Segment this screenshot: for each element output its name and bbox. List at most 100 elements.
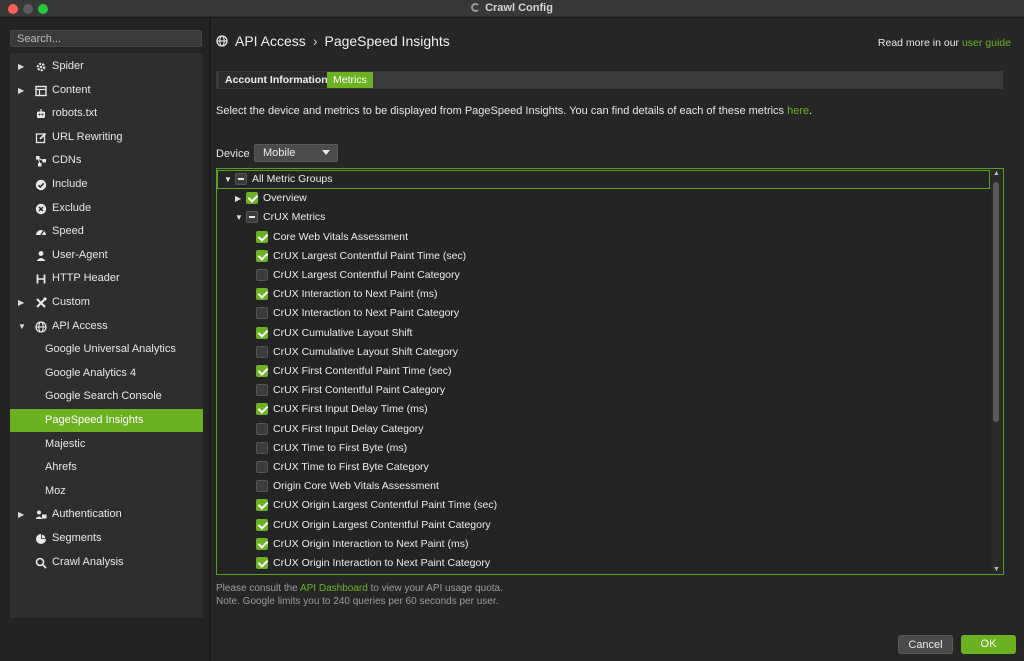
metric-checkbox[interactable] (256, 537, 268, 550)
sidebar-item-include[interactable]: Include (10, 173, 203, 196)
sidebar-item-api-access[interactable]: ▼ API Access (10, 315, 203, 338)
sidebar-item-pagespeed-insights[interactable]: PageSpeed Insights (10, 409, 203, 432)
collapsed-arrow-icon[interactable]: ▶ (18, 291, 26, 314)
metric-row[interactable]: CrUX Origin Interaction to Next Paint (m… (217, 535, 990, 554)
metric-checkbox[interactable] (235, 173, 247, 185)
metric-checkbox[interactable] (256, 288, 268, 301)
metric-row[interactable]: ▼ All Metric Groups (217, 170, 990, 189)
sidebar-item-custom[interactable]: ▶ Custom (10, 291, 203, 314)
ok-button[interactable]: OK (961, 635, 1016, 654)
metric-checkbox[interactable] (246, 192, 258, 205)
scroll-up-icon[interactable]: ▲ (992, 170, 1001, 177)
metric-row[interactable]: CrUX Interaction to Next Paint Category (217, 304, 990, 323)
metric-checkbox[interactable] (256, 230, 268, 243)
metric-label: All Metric Groups (252, 173, 333, 185)
metric-row[interactable]: CrUX Cumulative Layout Shift (217, 324, 990, 343)
expanded-arrow-icon[interactable]: ▼ (224, 170, 232, 189)
sidebar-item-label: PageSpeed Insights (45, 414, 144, 426)
device-dropdown[interactable]: Mobile (254, 144, 338, 162)
metric-row[interactable]: CrUX Origin Interaction to Next Paint Ca… (217, 554, 990, 573)
sidebar-item-moz[interactable]: Moz (10, 480, 203, 503)
metrics-details-link[interactable]: here (787, 105, 809, 117)
metric-row[interactable]: CrUX Time to First Byte Category (217, 458, 990, 477)
metric-checkbox[interactable] (256, 384, 268, 397)
metric-checkbox[interactable] (256, 518, 268, 531)
user-guide-link[interactable]: user guide (962, 37, 1011, 49)
collapsed-arrow-icon[interactable]: ▶ (235, 189, 241, 208)
expanded-arrow-icon[interactable]: ▼ (18, 315, 26, 338)
collapsed-arrow-icon[interactable]: ▶ (18, 55, 26, 78)
sidebar-item-content[interactable]: ▶ Content (10, 79, 203, 102)
sidebar-item-google-analytics-4[interactable]: Google Analytics 4 (10, 362, 203, 385)
sidebar-item-crawl-analysis[interactable]: Crawl Analysis (10, 551, 203, 574)
sidebar: Search... ▶ Spider ▶ Content robots.txt URL R… (0, 18, 210, 661)
metric-checkbox[interactable] (256, 403, 268, 416)
sidebar-item-majestic[interactable]: Majestic (10, 433, 203, 456)
sidebar-item-ahrefs[interactable]: Ahrefs (10, 456, 203, 479)
metric-checkbox[interactable] (256, 269, 268, 281)
metric-row[interactable]: Origin Core Web Vitals Assessment (217, 477, 990, 496)
sidebar-item-exclude[interactable]: Exclude (10, 197, 203, 220)
metric-checkbox[interactable] (246, 211, 258, 224)
metric-checkbox[interactable] (256, 499, 268, 512)
sidebar-item-cdns[interactable]: CDNs (10, 149, 203, 172)
sidebar-item-label: Crawl Analysis (52, 555, 124, 568)
scrollbar-thumb[interactable] (993, 182, 999, 422)
metric-row[interactable]: CrUX Origin Largest Contentful Paint Tim… (217, 496, 990, 515)
metric-checkbox[interactable] (256, 441, 268, 454)
metric-row[interactable]: CrUX Origin Largest Contentful Paint Cat… (217, 516, 990, 535)
metric-row[interactable]: CrUX Interaction to Next Paint (ms) (217, 285, 990, 304)
tab-account-information[interactable]: Account Information (219, 72, 334, 88)
metric-checkbox[interactable] (256, 345, 268, 358)
sidebar-item-speed[interactable]: Speed (10, 220, 203, 243)
metric-checkbox[interactable] (256, 461, 268, 473)
collapsed-arrow-icon[interactable]: ▶ (18, 79, 26, 102)
expanded-arrow-icon[interactable]: ▼ (235, 208, 243, 227)
metric-checkbox[interactable] (256, 365, 268, 377)
vertical-scrollbar[interactable]: ▲ ▼ (991, 170, 1002, 573)
network-icon (36, 156, 46, 167)
metric-checkbox[interactable] (256, 480, 268, 493)
metric-row[interactable]: CrUX Cumulative Layout Shift Category (217, 343, 990, 362)
sidebar-item-google-universal-analytics[interactable]: Google Universal Analytics (10, 338, 203, 361)
sidebar-item-authentication[interactable]: ▶ Authentication (10, 503, 203, 526)
metric-checkbox[interactable] (256, 557, 268, 569)
metric-row[interactable]: Core Web Vitals Assessment (217, 228, 990, 247)
cancel-button[interactable]: Cancel (898, 635, 953, 654)
metric-row[interactable]: ▼ CrUX Metrics (217, 208, 990, 227)
metric-row[interactable]: CrUX Largest Contentful Paint Time (sec) (217, 247, 990, 266)
metric-row[interactable]: CrUX Largest Contentful Paint Category (217, 266, 990, 285)
api-dashboard-link[interactable]: API Dashboard (300, 583, 368, 594)
metric-row[interactable]: CrUX Time to First Byte (ms) (217, 439, 990, 458)
metric-checkbox[interactable] (256, 422, 268, 435)
sidebar-item-spider[interactable]: ▶ Spider (10, 55, 203, 78)
sidebar-item-user-agent[interactable]: User-Agent (10, 244, 203, 267)
metric-row[interactable]: ▶ Overview (217, 189, 990, 208)
sidebar-tree: ▶ Spider ▶ Content robots.txt URL Rewriting CD… (10, 53, 203, 618)
metric-row[interactable]: CrUX First Input Delay Time (ms) (217, 400, 990, 419)
sidebar-item-http-header[interactable]: HTTP Header (10, 267, 203, 290)
metric-row[interactable]: CrUX First Contentful Paint Category (217, 381, 990, 400)
sidebar-item-robots-txt[interactable]: robots.txt (10, 102, 203, 125)
sidebar-item-label: robots.txt (52, 107, 98, 120)
metric-label: Core Web Vitals Assessment (273, 230, 409, 243)
sidebar-item-url-rewriting[interactable]: URL Rewriting (10, 126, 203, 149)
metric-checkbox[interactable] (256, 307, 268, 320)
metric-label: CrUX Origin Largest Contentful Paint Cat… (273, 518, 491, 531)
collapsed-arrow-icon[interactable]: ▶ (18, 503, 26, 526)
pie-icon (36, 534, 46, 544)
breadcrumb-root[interactable]: API Access (235, 33, 306, 49)
metric-checkbox[interactable] (256, 249, 268, 262)
scroll-down-icon[interactable]: ▼ (992, 566, 1001, 573)
search-input[interactable]: Search... (10, 30, 202, 47)
metric-row[interactable]: CrUX First Contentful Paint Time (sec) (217, 362, 990, 381)
sidebar-item-google-search-console[interactable]: Google Search Console (10, 385, 203, 408)
metric-label: CrUX Metrics (263, 211, 326, 224)
content-icon (35, 85, 47, 96)
metric-row[interactable]: CrUX First Input Delay Category (217, 420, 990, 439)
metric-checkbox[interactable] (256, 326, 268, 339)
intro-text: Select the device and metrics to be disp… (216, 105, 813, 117)
sidebar-item-segments[interactable]: Segments (10, 527, 203, 550)
tab-metrics[interactable]: Metrics (327, 72, 373, 88)
title-bar: Crawl Config (0, 0, 1024, 17)
